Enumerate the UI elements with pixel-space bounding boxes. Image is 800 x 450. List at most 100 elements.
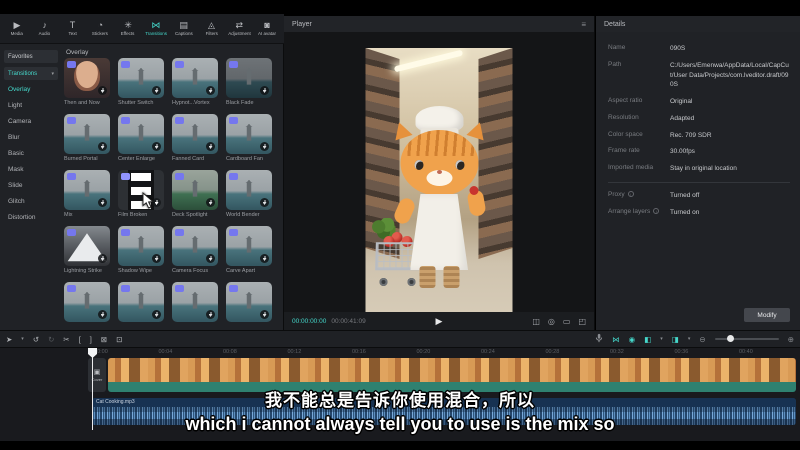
transition-thumbnail[interactable] <box>64 170 110 210</box>
mirror-preview-icon[interactable]: ◫ <box>532 317 540 326</box>
transition-thumbnail[interactable] <box>172 226 218 266</box>
toolbar-tab-label: Audio <box>39 31 51 36</box>
delete-icon[interactable]: ⊠ <box>101 335 107 344</box>
freeze-frame-icon[interactable]: ⊡ <box>116 335 122 344</box>
play-button[interactable]: ▶ <box>436 316 443 327</box>
transition-thumbnail[interactable] <box>226 226 272 266</box>
transition-thumbnail[interactable] <box>172 114 218 154</box>
transition-category-item[interactable]: Light <box>0 98 60 114</box>
toolbar-tab[interactable]: ▤ Captions <box>171 20 197 37</box>
toolbar-tab[interactable]: ♪ Audio <box>32 20 58 37</box>
transition-thumbnail[interactable] <box>64 114 110 154</box>
transition-item[interactable]: Then and Now <box>64 58 110 108</box>
timeline-zoom-slider[interactable] <box>715 338 779 340</box>
transition-item[interactable]: Cardboard Fan <box>226 114 272 164</box>
zoom-out-icon[interactable]: ⊖ <box>699 335 705 344</box>
transition-category-item[interactable]: Camera <box>0 114 60 130</box>
toolbar-tab[interactable]: ⋈ Transitions <box>143 20 169 37</box>
transition-thumbnail[interactable] <box>118 282 164 322</box>
transition-thumbnail[interactable] <box>226 282 272 322</box>
transition-category-item[interactable]: Slide <box>0 178 60 194</box>
transition-thumbnail[interactable] <box>118 226 164 266</box>
select-tool-caret-icon[interactable]: ▾ <box>21 336 24 342</box>
transition-thumbnail[interactable] <box>172 170 218 210</box>
transition-item[interactable]: Burned Portal <box>64 114 110 164</box>
transition-category-item[interactable]: Glitch <box>0 194 60 210</box>
ruler-timestamp: 00:32 <box>610 349 675 358</box>
transition-category-item[interactable]: Distortion <box>0 210 60 226</box>
toolbar-tab-icon: T <box>70 20 76 30</box>
delete-left-icon[interactable]: [ <box>79 335 81 344</box>
transition-thumbnail[interactable] <box>64 58 110 98</box>
fullscreen-icon[interactable]: ◰ <box>578 317 586 326</box>
transition-thumbnail[interactable] <box>118 170 164 210</box>
transition-item[interactable]: Fanned Card <box>172 114 218 164</box>
transition-thumbnail[interactable] <box>226 170 272 210</box>
transition-thumbnail[interactable] <box>226 58 272 98</box>
zoom-in-icon[interactable]: ⊕ <box>788 335 794 344</box>
redo-icon[interactable]: ↻ <box>48 335 54 344</box>
toolbar-tab[interactable]: ▶ Media <box>4 20 30 37</box>
transitions-label: Transitions <box>8 71 37 77</box>
transition-item[interactable]: World Bender <box>226 170 272 220</box>
transition-thumbnail[interactable] <box>172 58 218 98</box>
split-icon[interactable]: ✂ <box>63 335 69 344</box>
info-icon: i <box>628 191 634 197</box>
auto-snap-icon[interactable]: ◉ <box>629 335 636 344</box>
undo-icon[interactable]: ↺ <box>33 335 39 344</box>
transition-item[interactable]: Hypnot...Vortex <box>172 58 218 108</box>
player-menu-icon[interactable]: ≡ <box>581 20 586 29</box>
transition-item[interactable]: Center Enlarge <box>118 114 164 164</box>
toolbar-tab[interactable]: ◬ Filters <box>199 20 225 37</box>
focus-icon[interactable]: ◎ <box>548 317 555 326</box>
zoom-slider-knob[interactable] <box>727 335 734 342</box>
transition-thumbnail[interactable] <box>172 282 218 322</box>
pro-badge-icon <box>175 229 184 236</box>
transition-item[interactable]: Shadow Wipe <box>118 226 164 276</box>
download-icon <box>152 310 161 319</box>
preview-axis-icon[interactable]: ◨ <box>672 335 679 344</box>
transition-item[interactable]: Lightning Strike <box>64 226 110 276</box>
transition-item[interactable]: Carve Apart <box>226 226 272 276</box>
transition-category-item[interactable]: Mask <box>0 162 60 178</box>
transition-thumbnail[interactable] <box>226 114 272 154</box>
cat-ear <box>466 120 488 141</box>
transition-category-item[interactable]: Basic <box>0 146 60 162</box>
transition-item[interactable]: Shutter Switch <box>118 58 164 108</box>
select-tool-icon[interactable]: ➤ <box>6 335 12 344</box>
transition-thumbnail[interactable] <box>118 58 164 98</box>
modify-button[interactable]: Modify <box>744 308 790 322</box>
transition-item[interactable] <box>226 282 272 330</box>
delete-right-icon[interactable]: ] <box>90 335 92 344</box>
transition-item[interactable]: Mix <box>64 170 110 220</box>
toolbar-tab[interactable]: T Text <box>60 20 86 37</box>
transition-item-label: Shadow Wipe <box>118 268 164 274</box>
cat-nose <box>437 170 442 174</box>
timeline-ruler[interactable]: 00:0000:0400:0800:1200:1600:2000:2400:28… <box>94 349 800 358</box>
transition-category-item[interactable]: Blur <box>0 130 60 146</box>
record-voiceover-icon[interactable] <box>595 333 603 345</box>
main-track-magnet-icon[interactable]: ⋈ <box>612 335 620 344</box>
linkage-icon[interactable]: ◧ <box>644 335 651 344</box>
sidebar-item-favorites[interactable]: Favorites <box>4 50 58 63</box>
transition-category-item[interactable]: Overlay <box>0 82 60 98</box>
toolbar-tab[interactable]: ◙ AI avatar <box>254 20 280 37</box>
transition-item[interactable] <box>172 282 218 330</box>
transition-item[interactable]: Black Fade <box>226 58 272 108</box>
toolbar-tab[interactable]: ◔ Stickers <box>87 20 113 37</box>
sidebar-item-transitions[interactable]: Transitions ▾ <box>4 67 58 80</box>
quality-selector-icon[interactable]: ▭ <box>563 317 571 326</box>
toolbar-tab[interactable]: ⇄ Adjustment <box>226 20 252 37</box>
transition-thumbnail[interactable] <box>64 226 110 266</box>
transition-thumbnail[interactable] <box>64 282 110 322</box>
linkage-caret-icon[interactable]: ▾ <box>660 336 663 342</box>
toolbar-tab[interactable]: ✳ Effects <box>115 20 141 37</box>
transition-item[interactable] <box>118 282 164 330</box>
transition-item[interactable] <box>64 282 110 330</box>
transition-item[interactable]: Deck Spotlight <box>172 170 218 220</box>
transition-item[interactable]: Camera Focus <box>172 226 218 276</box>
preview-axis-caret-icon[interactable]: ▾ <box>688 336 691 342</box>
transition-item[interactable]: Film Broken <box>118 170 164 220</box>
details-row-value: Stay in original location <box>670 164 790 174</box>
transition-thumbnail[interactable] <box>118 114 164 154</box>
